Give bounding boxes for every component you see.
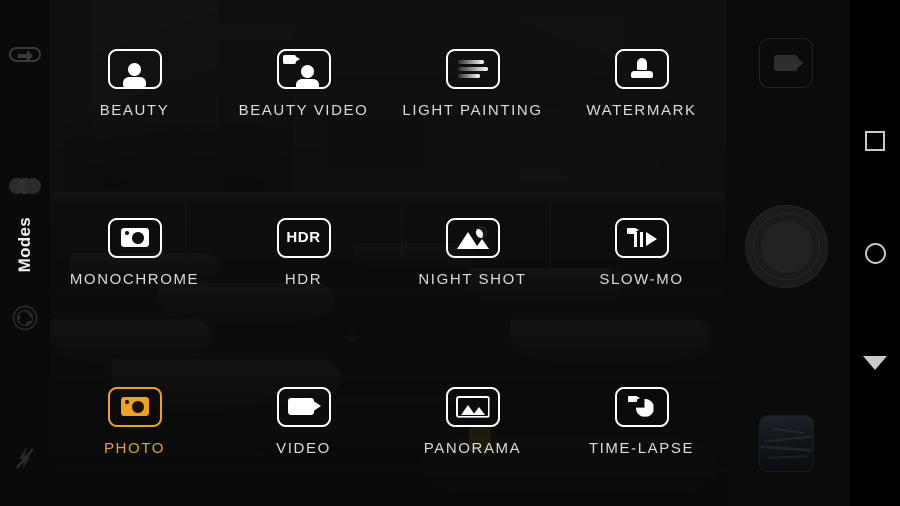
mode-video[interactable]: VIDEO: [219, 386, 388, 457]
video-camera-icon: [276, 386, 331, 427]
mode-monochrome[interactable]: MONOCHROME: [50, 217, 219, 288]
mode-label: PHOTO: [103, 439, 166, 457]
mountain-moon-icon: [445, 217, 500, 258]
modes-label: Modes: [0, 190, 50, 300]
home-button[interactable]: [850, 230, 900, 276]
mode-label: WATERMARK: [586, 102, 697, 120]
slow-motion-icon: [614, 217, 669, 258]
mode-slow-mo[interactable]: SLOW-MO: [557, 217, 726, 288]
mode-label: MONOCHROME: [69, 270, 200, 288]
light-trails-icon: [445, 49, 500, 90]
modes-grid: BEAUTY BEAUTY VIDEO LIGHT PAINTING WATER…: [50, 0, 726, 506]
mode-label: SLOW-MO: [599, 270, 684, 288]
mode-watermark[interactable]: WATERMARK: [557, 49, 726, 119]
mode-label: TIME-LAPSE: [588, 439, 695, 457]
video-camera-icon: [774, 55, 804, 71]
camera-switch-button[interactable]: [0, 30, 50, 82]
back-button[interactable]: [850, 340, 900, 386]
mode-label: BEAUTY VIDEO: [238, 102, 369, 120]
flash-off-button[interactable]: [0, 432, 50, 484]
mode-panorama[interactable]: PANORAMA: [388, 386, 557, 457]
aperture-icon: [12, 305, 38, 331]
mode-photo[interactable]: PHOTO: [50, 386, 219, 457]
panorama-icon: [445, 386, 500, 427]
square-icon: [865, 131, 885, 151]
gallery-thumbnail[interactable]: [759, 415, 814, 472]
mode-label: BEAUTY: [99, 102, 170, 120]
mode-time-lapse[interactable]: TIME-LAPSE: [557, 386, 726, 457]
mode-night-shot[interactable]: NIGHT SHOT: [388, 217, 557, 288]
triangle-down-icon: [863, 356, 887, 370]
mode-label: NIGHT SHOT: [418, 270, 527, 288]
stamp-icon: [614, 49, 669, 90]
portrait-icon: [107, 49, 162, 90]
mode-label: LIGHT PAINTING: [402, 102, 543, 120]
hdr-icon-text: HDR: [286, 229, 321, 247]
video-record-button[interactable]: [759, 38, 813, 88]
camera-switch-icon: [9, 47, 41, 62]
mode-beauty[interactable]: BEAUTY: [50, 49, 219, 119]
mode-label: PANORAMA: [423, 439, 522, 457]
hdr-text-icon: HDR: [276, 217, 331, 258]
mode-label: VIDEO: [276, 439, 331, 457]
camera-icon: [107, 217, 162, 258]
mode-beauty-video[interactable]: BEAUTY VIDEO: [219, 49, 388, 119]
mode-light-painting[interactable]: LIGHT PAINTING: [388, 49, 557, 119]
right-controls-panel: [726, 0, 850, 506]
portrait-video-icon: [276, 49, 331, 90]
mode-label: HDR: [284, 270, 323, 288]
android-navigation-bar: [850, 0, 900, 506]
flash-off-icon: [16, 447, 34, 469]
circle-icon: [864, 242, 886, 264]
camera-app-screen: Modes BEAUTY BEAUTY VIDEO LIGHT PAINTING…: [0, 0, 900, 506]
recents-button[interactable]: [850, 118, 900, 164]
shutter-circle-icon: [753, 213, 820, 280]
left-sidebar: Modes: [0, 0, 50, 506]
modes-label-text: Modes: [15, 217, 34, 273]
camera-icon: [107, 386, 162, 427]
shutter-button[interactable]: [745, 205, 828, 288]
time-lapse-icon: [614, 386, 669, 427]
mode-hdr[interactable]: HDR HDR: [219, 217, 388, 288]
